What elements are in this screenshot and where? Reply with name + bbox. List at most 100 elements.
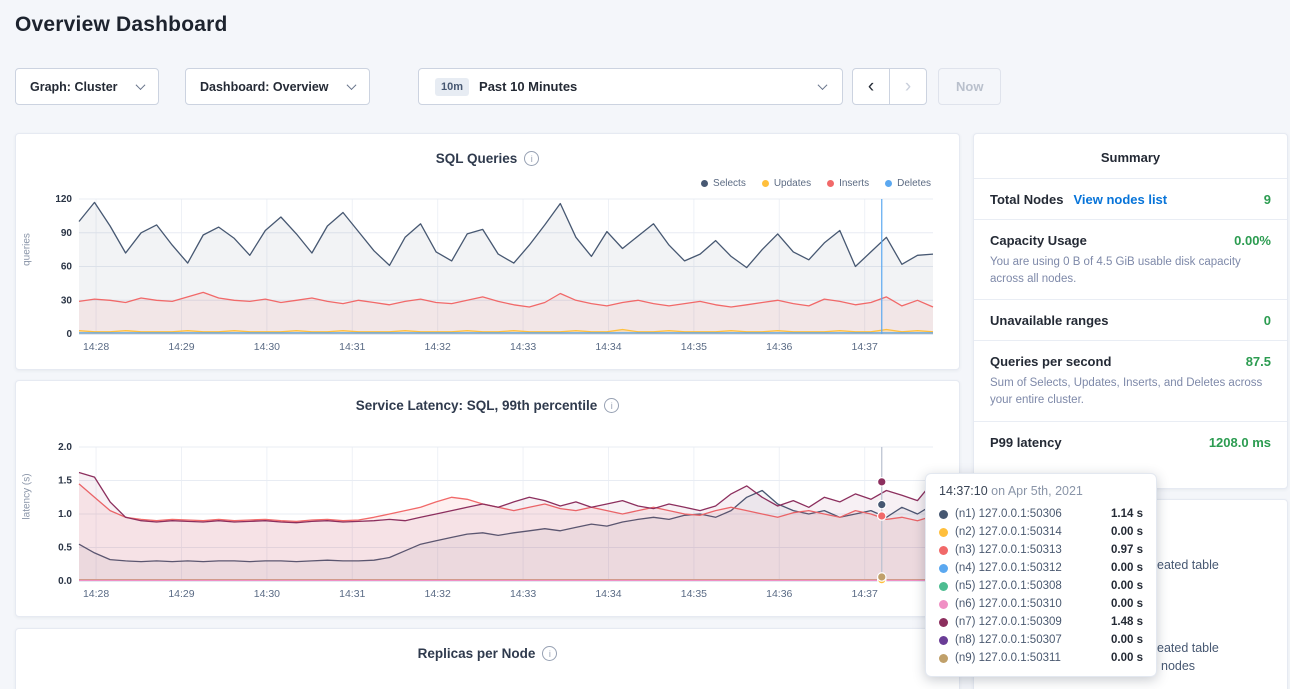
chevron-right-icon: › (905, 76, 911, 98)
node-latency-value: 0.00 s (1111, 580, 1143, 592)
event-item-fragment[interactable]: eated table (1157, 641, 1219, 655)
tooltip-node-row: (n7) 127.0.0.1:503091.48 s (939, 613, 1143, 631)
node-latency-value: 0.00 s (1111, 598, 1143, 610)
node-color-dot-icon (939, 510, 948, 519)
total-nodes-label: Total Nodes (990, 192, 1063, 207)
chart-title: Replicas per Node i (16, 629, 959, 661)
svg-text:14:33: 14:33 (510, 341, 536, 353)
view-nodes-list-link[interactable]: View nodes list (1073, 192, 1167, 207)
time-back-button[interactable]: ‹ (852, 68, 890, 105)
tooltip-node-row: (n2) 127.0.0.1:503140.00 s (939, 523, 1143, 541)
svg-text:1.0: 1.0 (58, 509, 72, 520)
graph-selector-dropdown[interactable]: Graph: Cluster (15, 68, 159, 105)
svg-text:0: 0 (66, 329, 72, 340)
node-latency-value: 0.97 s (1111, 544, 1143, 556)
time-range-label: Past 10 Minutes (479, 79, 577, 94)
now-button[interactable]: Now (938, 68, 1001, 105)
tooltip-node-row: (n3) 127.0.0.1:503130.97 s (939, 541, 1143, 559)
svg-text:14:32: 14:32 (425, 588, 451, 600)
legend-item: Selects (701, 178, 746, 189)
chart-legend: Selects Updates Inserts Deletes (701, 178, 931, 189)
node-color-dot-icon (939, 546, 948, 555)
node-address: (n3) 127.0.0.1:50313 (955, 544, 1111, 556)
service-latency-chart[interactable]: 14:2814:2914:3014:3114:3214:3314:3414:35… (30, 439, 947, 603)
event-item-fragment[interactable]: eated table (1157, 558, 1219, 572)
qps-value: 87.5 (1246, 354, 1271, 369)
graph-selector-label: Graph: Cluster (30, 80, 118, 94)
time-range-dropdown[interactable]: 10m Past 10 Minutes (418, 68, 843, 105)
service-latency-panel: Service Latency: SQL, 99th percentile i … (15, 380, 960, 617)
chevron-down-icon (347, 80, 357, 90)
svg-text:14:37: 14:37 (852, 341, 878, 353)
unavailable-ranges-label: Unavailable ranges (990, 313, 1109, 328)
tooltip-date: on Apr 5th, 2021 (988, 484, 1083, 498)
summary-row-qps: Queries per second 87.5 Sum of Selects, … (974, 340, 1287, 420)
svg-text:2.0: 2.0 (58, 442, 72, 453)
svg-text:14:37: 14:37 (852, 588, 878, 600)
dashboard-selector-label: Dashboard: Overview (200, 80, 329, 94)
tooltip-header: 14:37:10 on Apr 5th, 2021 (939, 484, 1143, 498)
legend-item: Deletes (885, 178, 931, 189)
legend-item: Inserts (827, 178, 869, 189)
info-icon[interactable]: i (542, 646, 557, 661)
svg-text:0.5: 0.5 (58, 543, 72, 554)
svg-text:14:28: 14:28 (83, 341, 109, 353)
unavailable-ranges-value: 0 (1264, 313, 1271, 328)
node-address: (n7) 127.0.0.1:50309 (955, 616, 1111, 628)
node-color-dot-icon (939, 564, 948, 573)
tooltip-node-row: (n9) 127.0.0.1:503110.00 s (939, 649, 1143, 667)
sql-queries-chart[interactable]: 14:2814:2914:3014:3114:3214:3314:3414:35… (30, 191, 947, 356)
svg-text:14:32: 14:32 (425, 341, 451, 353)
dashboard-selector-dropdown[interactable]: Dashboard: Overview (185, 68, 370, 105)
tooltip-node-row: (n5) 127.0.0.1:503080.00 s (939, 577, 1143, 595)
summary-row-total-nodes: Total Nodes View nodes list 9 (974, 178, 1287, 219)
node-color-dot-icon (939, 636, 948, 645)
legend-label: Inserts (839, 178, 869, 189)
node-color-dot-icon (939, 528, 948, 537)
replicas-per-node-panel: Replicas per Node i (15, 628, 960, 689)
node-color-dot-icon (939, 582, 948, 591)
tooltip-node-row: (n1) 127.0.0.1:503061.14 s (939, 505, 1143, 523)
page-title: Overview Dashboard (15, 13, 228, 37)
node-address: (n6) 127.0.0.1:50310 (955, 598, 1111, 610)
svg-text:14:35: 14:35 (681, 588, 707, 600)
chevron-left-icon: ‹ (868, 76, 874, 98)
tooltip-node-row: (n8) 127.0.0.1:503070.00 s (939, 631, 1143, 649)
node-latency-value: 0.00 s (1111, 634, 1143, 646)
svg-text:14:34: 14:34 (595, 588, 621, 600)
chart-title: SQL Queries i (16, 134, 959, 166)
chart-title-text: Replicas per Node (418, 646, 536, 661)
svg-text:120: 120 (55, 194, 72, 205)
node-latency-value: 0.00 s (1111, 652, 1143, 664)
node-color-dot-icon (939, 618, 948, 627)
p99-latency-value: 1208.0 ms (1209, 435, 1271, 450)
time-forward-button[interactable]: › (889, 68, 927, 105)
legend-dot-icon (762, 180, 769, 187)
info-icon[interactable]: i (524, 151, 539, 166)
legend-dot-icon (885, 180, 892, 187)
svg-text:14:28: 14:28 (83, 588, 109, 600)
chart-title-text: SQL Queries (436, 151, 518, 166)
summary-title: Summary (974, 134, 1287, 178)
legend-dot-icon (701, 180, 708, 187)
event-item-fragment[interactable]: nodes (1161, 659, 1195, 673)
summary-row-capacity: Capacity Usage 0.00% You are using 0 B o… (974, 219, 1287, 299)
node-latency-value: 0.00 s (1111, 526, 1143, 538)
info-icon[interactable]: i (604, 398, 619, 413)
overview-dashboard-page: Overview Dashboard Graph: Cluster Dashbo… (0, 0, 1290, 689)
summary-panel: Summary Total Nodes View nodes list 9 Ca… (973, 133, 1288, 489)
node-address: (n5) 127.0.0.1:50308 (955, 580, 1111, 592)
svg-text:14:34: 14:34 (595, 341, 621, 353)
chart-title-text: Service Latency: SQL, 99th percentile (356, 398, 598, 413)
node-address: (n1) 127.0.0.1:50306 (955, 508, 1111, 520)
node-latency-value: 0.00 s (1111, 562, 1143, 574)
node-address: (n8) 127.0.0.1:50307 (955, 634, 1111, 646)
tooltip-node-row: (n6) 127.0.0.1:503100.00 s (939, 595, 1143, 613)
summary-row-p99-latency: P99 latency 1208.0 ms (974, 421, 1287, 462)
legend-label: Deletes (897, 178, 931, 189)
svg-text:90: 90 (61, 228, 73, 239)
legend-label: Updates (774, 178, 811, 189)
capacity-label: Capacity Usage (990, 233, 1087, 248)
capacity-value: 0.00% (1234, 233, 1271, 248)
svg-text:14:31: 14:31 (339, 588, 365, 600)
